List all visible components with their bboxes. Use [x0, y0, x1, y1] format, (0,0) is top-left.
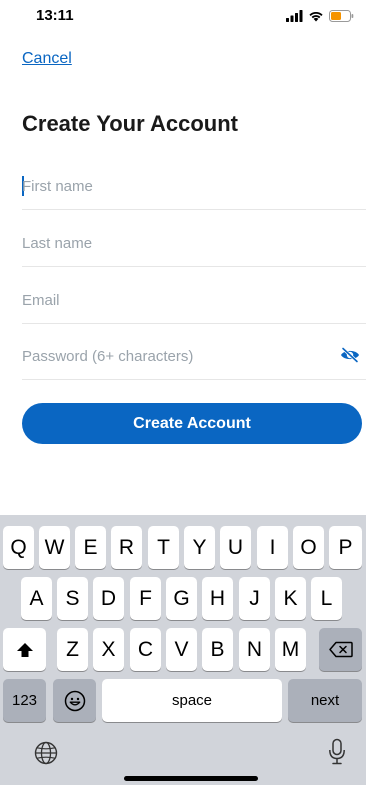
emoji-icon [64, 690, 85, 711]
next-key[interactable]: next [288, 679, 362, 722]
key-a[interactable]: A [21, 577, 52, 620]
key-w[interactable]: W [39, 526, 70, 569]
key-q[interactable]: Q [3, 526, 34, 569]
key-g[interactable]: G [166, 577, 197, 620]
key-x[interactable]: X [93, 628, 124, 671]
key-e[interactable]: E [75, 526, 106, 569]
key-t[interactable]: T [148, 526, 179, 569]
shift-key[interactable] [3, 628, 46, 671]
signal-bars-icon [286, 10, 303, 22]
shift-icon [16, 642, 33, 657]
create-account-button[interactable]: Create Account [22, 403, 362, 444]
key-p[interactable]: P [329, 526, 362, 569]
email-input[interactable] [22, 285, 322, 315]
key-r[interactable]: R [111, 526, 142, 569]
key-v[interactable]: V [166, 628, 197, 671]
key-u[interactable]: U [220, 526, 251, 569]
key-o[interactable]: O [293, 526, 324, 569]
keyboard: Q W E R T Y U I O P A S D F G H J K L Z … [0, 515, 366, 785]
home-indicator [124, 776, 258, 781]
key-y[interactable]: Y [184, 526, 215, 569]
key-c[interactable]: C [130, 628, 161, 671]
create-account-screen: 13:11 Cancel Create Your Account First n… [0, 0, 366, 785]
key-z[interactable]: Z [57, 628, 88, 671]
password-input[interactable] [22, 341, 322, 371]
first-name-input[interactable] [22, 171, 322, 201]
eye-slash-icon[interactable] [340, 347, 360, 363]
key-s[interactable]: S [57, 577, 88, 620]
status-time: 13:11 [36, 7, 74, 24]
cancel-link[interactable]: Cancel [22, 50, 72, 68]
key-f[interactable]: F [130, 577, 161, 620]
wifi-icon [309, 11, 323, 22]
emoji-key[interactable] [53, 679, 96, 722]
globe-icon[interactable] [34, 741, 58, 765]
delete-key[interactable] [319, 628, 362, 671]
key-b[interactable]: B [202, 628, 233, 671]
key-i[interactable]: I [257, 526, 288, 569]
email-field[interactable] [22, 281, 366, 324]
key-j[interactable]: J [239, 577, 270, 620]
status-bar: 13:11 [0, 0, 366, 34]
space-key[interactable]: space [102, 679, 282, 722]
page-title: Create Your Account [22, 111, 238, 136]
key-h[interactable]: H [202, 577, 233, 620]
first-name-field[interactable] [22, 167, 366, 210]
last-name-input[interactable] [22, 228, 322, 258]
microphone-icon[interactable] [328, 738, 346, 766]
numbers-key[interactable]: 123 [3, 679, 46, 722]
battery-low-icon [329, 10, 354, 22]
key-n[interactable]: N [239, 628, 270, 671]
key-m[interactable]: M [275, 628, 306, 671]
last-name-field[interactable] [22, 224, 366, 267]
password-field[interactable] [22, 337, 366, 380]
backspace-icon [328, 641, 353, 658]
key-d[interactable]: D [93, 577, 124, 620]
key-l[interactable]: L [311, 577, 342, 620]
key-k[interactable]: K [275, 577, 306, 620]
status-icons [286, 8, 354, 24]
